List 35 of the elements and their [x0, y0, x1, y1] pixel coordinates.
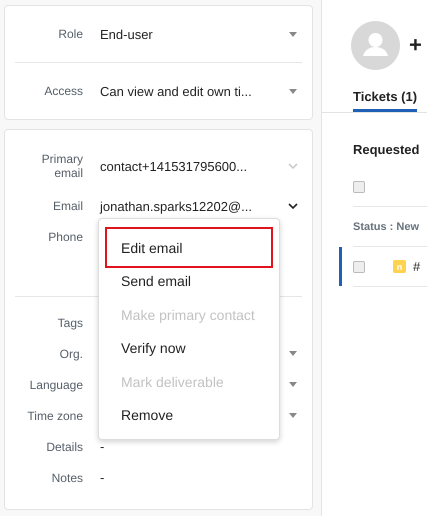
field-label: Primary email [40, 152, 83, 180]
field-label: Role [57, 27, 83, 41]
caret-icon[interactable] [289, 88, 297, 94]
checkbox[interactable] [353, 260, 365, 272]
field-value: jonathan.sparks12202@... [100, 198, 253, 214]
field-value: - [100, 439, 106, 454]
user-name: + [409, 32, 422, 58]
field-label: Access [43, 84, 83, 98]
field-label: Details [45, 440, 83, 454]
field-label: Language [28, 378, 83, 392]
field-label: Email [52, 199, 83, 213]
caret-icon[interactable] [289, 413, 297, 418]
field-label: Notes [50, 470, 83, 484]
field-value: Can view and edit own ti... [100, 84, 253, 98]
caret-icon[interactable] [289, 351, 297, 356]
menu-item[interactable]: Edit email [105, 227, 273, 268]
field-label: Time zone [26, 408, 83, 422]
field-label: Tags [56, 316, 83, 330]
field-label: Org. [58, 346, 83, 360]
section-title: Requested [353, 142, 420, 157]
menu-item[interactable]: Verify now [105, 331, 273, 365]
field-value: - [100, 470, 106, 485]
tickets-tab[interactable]: Tickets (1) [353, 89, 418, 112]
field-value: contact+141531795600... [100, 158, 248, 174]
caret-icon[interactable] [289, 32, 297, 36]
field-label: Phone [47, 230, 83, 244]
menu-item[interactable]: Remove [105, 398, 273, 432]
checkbox[interactable] [353, 180, 365, 192]
status-badge: n [393, 260, 406, 273]
avatar-icon [351, 20, 400, 70]
group-header: Status : New [353, 220, 420, 232]
ticket-id: # [413, 259, 420, 274]
chevron-icon[interactable] [288, 203, 298, 209]
caret-icon[interactable] [289, 382, 297, 387]
field-value: End-user [100, 26, 154, 42]
